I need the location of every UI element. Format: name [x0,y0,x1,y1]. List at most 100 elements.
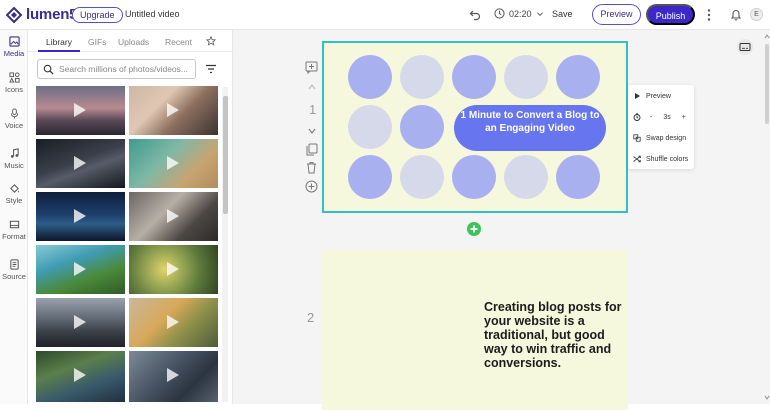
save-button[interactable]: Save [552,9,573,19]
nav-label: Media [3,49,25,58]
play-icon [74,262,86,276]
media-thumbnail[interactable] [129,192,218,241]
swap-design-button[interactable]: Swap design [633,134,686,142]
add-scene-icon[interactable] [305,180,318,193]
search-input[interactable] [59,64,195,74]
media-thumbnail[interactable] [129,245,218,294]
nav-item-media[interactable]: Media [0,36,28,58]
crop-icon [9,220,19,229]
avatar[interactable]: E [750,8,763,21]
bell-icon[interactable] [730,8,742,21]
captions-icon[interactable] [736,39,754,55]
decorative-circle [452,155,496,199]
play-icon [167,315,179,329]
scene-options-menu: Preview - 3s + Swap design Shuffle color… [628,85,694,169]
media-thumbnail[interactable] [36,245,125,294]
play-icon [167,209,179,223]
canvas-scrollbar[interactable] [764,30,770,404]
slide-2-preview[interactable]: Creating blog posts for your website is … [322,250,628,410]
nav-item-format[interactable]: Format [0,219,28,241]
nav-item-voice[interactable]: Voice [0,108,28,130]
decorative-circle [556,55,600,99]
nav-label: Source [2,272,26,281]
scene-preview-button[interactable]: Preview [633,92,671,100]
image-icon [8,36,20,47]
decorative-circle [400,155,444,199]
paint-bucket-icon [9,184,19,193]
decorative-circle [400,105,444,149]
media-thumbnail[interactable] [129,86,218,135]
preview-button[interactable]: Preview [592,4,641,25]
document-icon [9,259,19,270]
lumen5-logo-icon [6,6,22,23]
decorative-circle [504,155,548,199]
slide-1-preview[interactable]: 1 Minute to Convert a Blog to an Engagin… [322,41,628,213]
plus-icon [470,225,478,233]
add-text-icon[interactable] [305,61,318,74]
duration-decrease-button[interactable]: - [650,114,652,121]
slide-2-text[interactable]: Creating blog posts for your website is … [484,300,624,370]
move-up-icon[interactable] [308,83,316,91]
media-scrollbar-thumb[interactable] [223,96,228,214]
trash-icon[interactable] [305,161,318,174]
tab-library[interactable]: Library [46,37,72,47]
decorative-circle [556,155,600,199]
undo-icon[interactable] [469,9,481,21]
left-navigation: Media Icons Voice Music Style Format Sou… [0,30,28,404]
scene-preview-label: Preview [646,92,671,100]
nav-label: Music [4,161,24,170]
duration-selector[interactable]: 02:20 [494,8,544,19]
nav-label: Icons [5,85,23,94]
media-thumbnail[interactable] [129,351,218,402]
search-icon [43,64,54,75]
active-tab-indicator [38,50,80,52]
shapes-icon [8,72,20,83]
tab-recent[interactable]: Recent [165,37,192,47]
media-search[interactable] [37,59,196,79]
nav-item-source[interactable]: Source [0,259,28,281]
slide-number: 2 [307,310,315,325]
media-thumbnail[interactable] [36,298,125,347]
publish-button[interactable]: Publish [646,4,695,25]
tab-gifs[interactable]: GIFs [88,37,106,47]
more-options-icon[interactable] [705,8,713,22]
play-icon [74,315,86,329]
play-icon [74,368,86,382]
media-thumbnail[interactable] [36,86,125,135]
media-thumbnail[interactable] [129,298,218,347]
upgrade-button[interactable]: Upgrade [72,7,123,23]
stopwatch-icon [633,113,641,121]
shuffle-colors-button[interactable]: Shuffle colors [633,155,688,163]
brand-logo[interactable]: lumen5 [6,6,78,23]
slide-number: 1 [309,102,317,117]
tab-uploads[interactable]: Uploads [118,37,149,47]
decorative-circle [348,155,392,199]
nav-label: Format [2,232,26,241]
media-thumbnail[interactable] [129,139,218,188]
add-scene-button[interactable] [467,222,481,236]
media-thumbnail[interactable] [36,139,125,188]
nav-item-style[interactable]: Style [0,183,28,205]
clock-icon [494,8,505,19]
video-title[interactable]: Untitled video [125,9,180,19]
decorative-circle [348,105,392,149]
decorative-circle [504,55,548,99]
move-down-icon[interactable] [308,127,316,135]
nav-label: Style [5,196,23,205]
play-icon [74,156,86,170]
star-icon[interactable] [206,36,216,46]
nav-item-music[interactable]: Music [0,148,28,170]
duplicate-icon[interactable] [305,143,318,156]
filter-icon[interactable] [205,63,217,75]
media-thumbnail[interactable] [36,351,125,402]
slide-1-title[interactable]: 1 Minute to Convert a Blog to an Engagin… [454,105,606,151]
chevron-down-icon [536,11,543,16]
shuffle-colors-label: Shuffle colors [646,155,689,163]
nav-item-icons[interactable]: Icons [0,72,28,94]
duration-increase-button[interactable]: + [682,114,686,121]
brand-name: lumen5 [26,6,78,23]
media-thumbnail[interactable] [36,192,125,241]
swap-design-label: Swap design [646,134,687,142]
play-icon [74,103,86,117]
play-icon [167,156,179,170]
